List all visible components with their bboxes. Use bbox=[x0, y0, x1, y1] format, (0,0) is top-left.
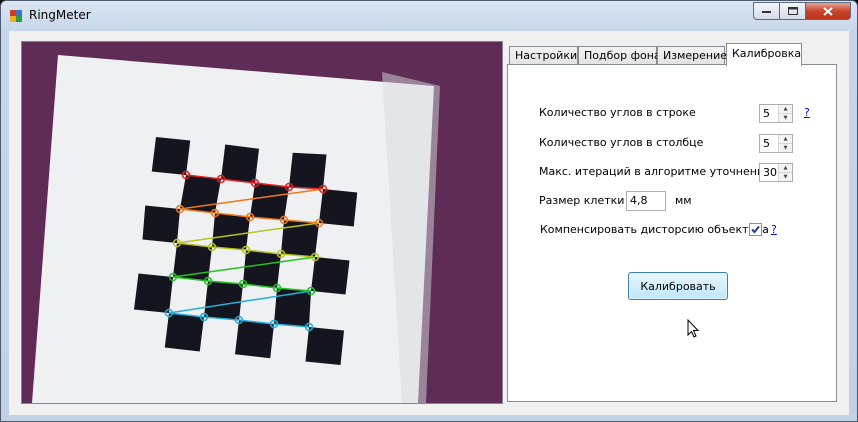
distortion-help-link[interactable]: ? bbox=[771, 223, 777, 236]
spin-up-icon[interactable]: ▲ bbox=[779, 164, 792, 172]
calibrate-button[interactable]: Калибровать bbox=[628, 272, 728, 300]
calibrate-button-label: Калибровать bbox=[640, 279, 716, 293]
corners-row-label: Количество углов в строке bbox=[539, 106, 696, 119]
mouse-cursor-icon bbox=[687, 319, 700, 338]
checkmark-icon bbox=[751, 225, 760, 234]
checker-square bbox=[289, 152, 327, 189]
checker-square bbox=[142, 205, 180, 243]
distortion-checkbox[interactable] bbox=[749, 223, 762, 236]
app-icon bbox=[10, 10, 22, 22]
app-window: RingMeter Настройки Подбор фона Измерени… bbox=[0, 0, 858, 422]
spin-down-icon[interactable]: ▼ bbox=[779, 172, 792, 181]
distortion-label: Компенсировать дисторсию объектива bbox=[540, 223, 769, 236]
corners-col-spinner[interactable]: 5 ▲ ▼ bbox=[759, 134, 793, 153]
camera-view bbox=[21, 41, 503, 404]
max-iter-spinner[interactable]: 30 ▲ ▼ bbox=[759, 163, 793, 182]
max-iter-value[interactable]: 30 bbox=[763, 166, 777, 179]
checker-square bbox=[311, 257, 350, 295]
checker-square bbox=[134, 273, 173, 313]
checker-square bbox=[319, 189, 358, 227]
checker-square bbox=[235, 320, 274, 359]
max-iter-label: Макс. итераций в алгоритме уточнения bbox=[539, 165, 771, 178]
checker-square bbox=[212, 213, 250, 250]
checker-square bbox=[243, 250, 281, 288]
window-title: RingMeter bbox=[29, 8, 91, 22]
spin-up-icon[interactable]: ▲ bbox=[779, 105, 792, 113]
spin-down-icon[interactable]: ▼ bbox=[779, 143, 792, 152]
client-area: Настройки Подбор фона Измерение Калибров… bbox=[9, 31, 849, 415]
checker-square bbox=[305, 327, 344, 365]
cell-size-input[interactable]: 4,8 bbox=[626, 191, 666, 211]
minimize-icon bbox=[762, 11, 771, 13]
close-icon bbox=[823, 6, 833, 16]
tab-label: Подбор фона bbox=[584, 49, 661, 62]
corners-col-value[interactable]: 5 bbox=[763, 137, 770, 150]
checker-square bbox=[250, 183, 289, 220]
checker-square bbox=[173, 243, 212, 281]
checker-square bbox=[204, 281, 243, 320]
tab-measurement[interactable]: Измерение bbox=[657, 46, 728, 65]
corners-row-value[interactable]: 5 bbox=[763, 107, 770, 120]
tab-label: Настройки bbox=[515, 49, 578, 62]
minimize-button[interactable] bbox=[753, 2, 780, 20]
tab-background[interactable]: Подбор фона bbox=[578, 46, 661, 65]
checker-square bbox=[164, 313, 204, 352]
tab-settings[interactable]: Настройки bbox=[509, 46, 578, 65]
close-button[interactable] bbox=[806, 2, 851, 20]
corners-help-link[interactable]: ? bbox=[804, 106, 810, 119]
spin-down-icon[interactable]: ▼ bbox=[779, 113, 792, 122]
tab-calibration[interactable]: Калибровка bbox=[726, 43, 802, 66]
checker-square bbox=[180, 175, 221, 213]
tab-label: Измерение bbox=[663, 49, 728, 62]
checkerboard-image bbox=[22, 42, 502, 403]
title-bar[interactable]: RingMeter bbox=[1, 1, 857, 31]
tab-label: Калибровка bbox=[732, 47, 802, 60]
corners-row-spinner[interactable]: 5 ▲ ▼ bbox=[759, 104, 793, 123]
checker-square bbox=[151, 137, 191, 175]
cell-size-label: Размер клетки bbox=[539, 194, 625, 207]
cell-size-value[interactable]: 4,8 bbox=[630, 194, 648, 207]
spin-up-icon[interactable]: ▲ bbox=[779, 135, 792, 143]
corners-col-label: Количество углов в столбце bbox=[539, 136, 704, 149]
checker-square bbox=[221, 144, 259, 183]
cell-size-unit: мм bbox=[675, 194, 692, 207]
maximize-button[interactable] bbox=[780, 2, 806, 20]
maximize-icon bbox=[787, 7, 798, 15]
